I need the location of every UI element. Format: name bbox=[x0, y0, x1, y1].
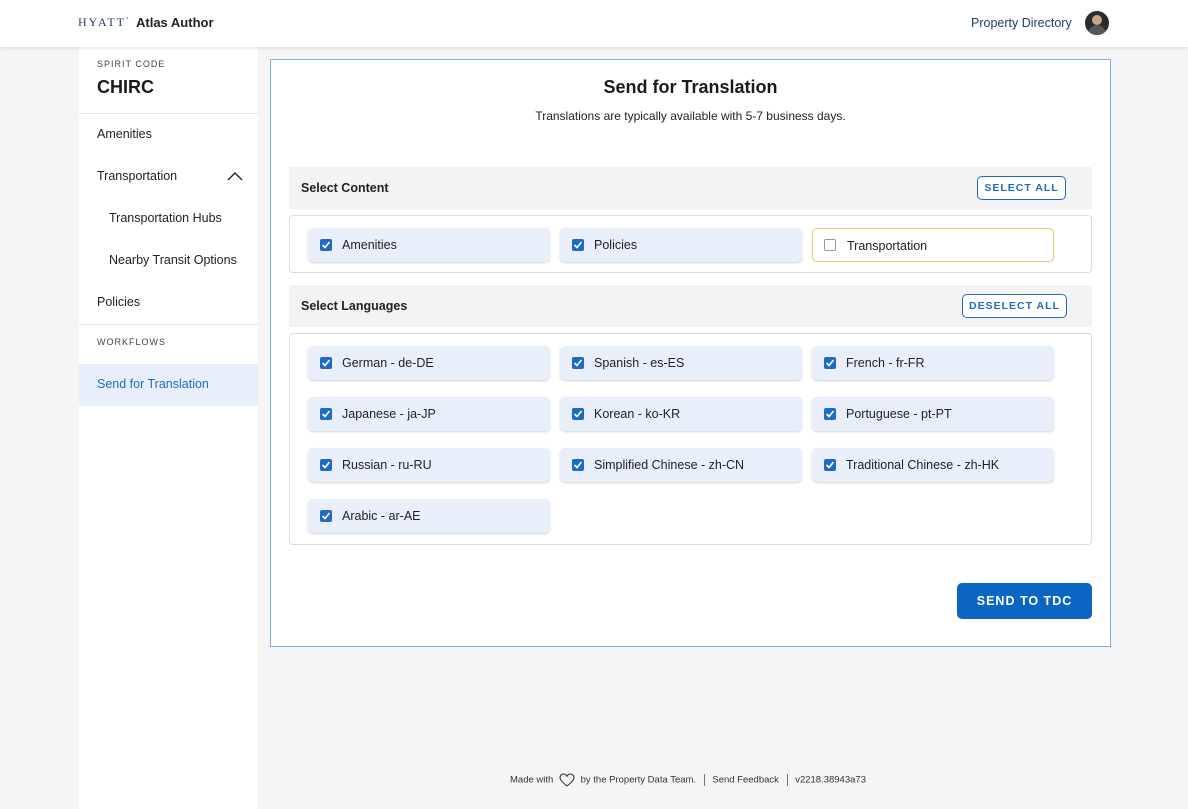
sidebar-divider bbox=[79, 113, 258, 114]
page-title: Send for Translation bbox=[603, 77, 778, 97]
option-label: Japanese - ja-JP bbox=[342, 407, 436, 421]
sidebar-item-send-for-translation[interactable]: Send for Translation bbox=[79, 364, 258, 406]
checkbox-checked-icon[interactable] bbox=[824, 459, 836, 471]
select-all-button[interactable]: SELECT ALL bbox=[977, 176, 1066, 200]
hyatt-logo[interactable]: HYATT° bbox=[78, 15, 130, 30]
checkbox-checked-icon[interactable] bbox=[320, 239, 332, 251]
language-option-traditional-chinese[interactable]: Traditional Chinese - zh-HK bbox=[812, 448, 1054, 482]
language-option-french[interactable]: French - fr-FR bbox=[812, 346, 1054, 380]
content-option-policies[interactable]: Policies bbox=[560, 228, 802, 262]
checkbox-checked-icon[interactable] bbox=[572, 357, 584, 369]
footer-separator bbox=[703, 774, 705, 786]
language-option-spanish[interactable]: Spanish - es-ES bbox=[560, 346, 802, 380]
option-label: Policies bbox=[594, 238, 638, 252]
avatar-head-icon bbox=[1092, 15, 1102, 25]
app-title[interactable]: Atlas Author bbox=[136, 15, 214, 30]
heart-icon bbox=[559, 773, 575, 787]
checkbox-checked-icon[interactable] bbox=[572, 408, 584, 420]
option-label: Portuguese - pt-PT bbox=[846, 407, 952, 421]
spirit-code-label: SPIRIT CODE bbox=[97, 59, 166, 69]
send-feedback-link[interactable]: Send Feedback bbox=[712, 775, 779, 786]
sidebar-item-policies[interactable]: Policies bbox=[97, 295, 140, 309]
footer: Made with by the Property Data Team. Sen… bbox=[258, 773, 1118, 787]
language-option-german[interactable]: German - de-DE bbox=[308, 346, 550, 380]
language-option-simplified-chinese[interactable]: Simplified Chinese - zh-CN bbox=[560, 448, 802, 482]
option-label: Spanish - es-ES bbox=[594, 356, 685, 370]
checkbox-checked-icon[interactable] bbox=[824, 357, 836, 369]
sidebar-item-amenities[interactable]: Amenities bbox=[97, 127, 152, 141]
content-option-transportation[interactable]: Transportation bbox=[812, 228, 1054, 262]
send-to-tdc-button[interactable]: SEND TO TDC bbox=[957, 583, 1092, 619]
deselect-all-button[interactable]: DESELECT ALL bbox=[962, 294, 1067, 318]
chevron-up-icon[interactable] bbox=[227, 171, 243, 181]
option-label: French - fr-FR bbox=[846, 356, 925, 370]
send-for-translation-card: Send for Translation Translations are ty… bbox=[270, 59, 1111, 647]
workflows-label: WORKFLOWS bbox=[97, 337, 166, 347]
checkbox-unchecked-icon[interactable] bbox=[824, 239, 836, 251]
page-subtitle: Translations are typically available wit… bbox=[535, 109, 846, 123]
sidebar-divider bbox=[79, 324, 258, 325]
sidebar-item-label: Send for Translation bbox=[97, 377, 209, 391]
language-option-portuguese[interactable]: Portuguese - pt-PT bbox=[812, 397, 1054, 431]
option-label: Arabic - ar-AE bbox=[342, 509, 421, 523]
spirit-code-value: CHIRC bbox=[97, 77, 154, 97]
user-avatar[interactable] bbox=[1085, 11, 1109, 35]
option-label: German - de-DE bbox=[342, 356, 434, 370]
language-options-box: German - de-DE Spanish - es-ES French - … bbox=[289, 333, 1092, 545]
footer-made-with: Made with bbox=[510, 774, 554, 786]
content-option-amenities[interactable]: Amenities bbox=[308, 228, 550, 262]
language-option-russian[interactable]: Russian - ru-RU bbox=[308, 448, 550, 482]
footer-separator bbox=[786, 774, 788, 786]
sidebar-item-transportation-hubs[interactable]: Transportation Hubs bbox=[109, 211, 222, 225]
checkbox-checked-icon[interactable] bbox=[572, 239, 584, 251]
language-option-korean[interactable]: Korean - ko-KR bbox=[560, 397, 802, 431]
checkbox-checked-icon[interactable] bbox=[572, 459, 584, 471]
checkbox-checked-icon[interactable] bbox=[824, 408, 836, 420]
top-bar: HYATT° Atlas Author Property Directory bbox=[0, 0, 1188, 47]
checkbox-checked-icon[interactable] bbox=[320, 459, 332, 471]
select-content-header: Select Content SELECT ALL bbox=[289, 167, 1092, 209]
avatar-body-icon bbox=[1088, 25, 1106, 35]
select-content-label: Select Content bbox=[301, 181, 389, 195]
sidebar-item-transportation[interactable]: Transportation bbox=[97, 169, 177, 183]
checkbox-checked-icon[interactable] bbox=[320, 408, 332, 420]
footer-team: by the Property Data Team. bbox=[580, 774, 697, 786]
content-options-box: Amenities Policies Transportation bbox=[289, 215, 1092, 273]
option-label: Transportation bbox=[847, 239, 928, 253]
option-label: Traditional Chinese - zh-HK bbox=[846, 458, 1000, 472]
checkbox-checked-icon[interactable] bbox=[320, 510, 332, 522]
language-option-japanese[interactable]: Japanese - ja-JP bbox=[308, 397, 550, 431]
select-languages-label: Select Languages bbox=[301, 299, 408, 313]
sidebar: SPIRIT CODE CHIRC Amenities Transportati… bbox=[79, 47, 258, 809]
property-directory-link[interactable]: Property Directory bbox=[971, 16, 1072, 30]
footer-version: v2218.38943a73 bbox=[795, 774, 866, 786]
checkbox-checked-icon[interactable] bbox=[320, 357, 332, 369]
option-label: Russian - ru-RU bbox=[342, 458, 432, 472]
select-languages-header: Select Languages DESELECT ALL bbox=[289, 285, 1092, 327]
option-label: Amenities bbox=[342, 238, 397, 252]
option-label: Simplified Chinese - zh-CN bbox=[594, 458, 745, 472]
language-option-arabic[interactable]: Arabic - ar-AE bbox=[308, 499, 550, 533]
sidebar-item-nearby-transit-options[interactable]: Nearby Transit Options bbox=[109, 253, 237, 267]
option-label: Korean - ko-KR bbox=[594, 407, 681, 421]
